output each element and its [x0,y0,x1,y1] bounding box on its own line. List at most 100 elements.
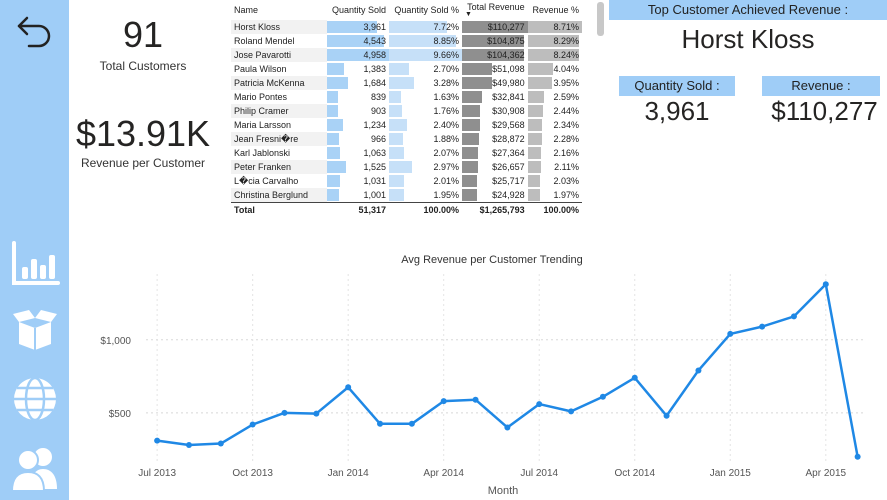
cell-quantity-sold-pct-text: 1.76% [433,106,459,116]
cell-quantity-sold-pct-text: 7.72% [433,22,459,32]
cell-quantity-sold: 1,031 [327,174,389,188]
x-tick-label: Jul 2014 [520,468,558,479]
cell-quantity-sold-text: 1,684 [363,78,387,88]
geography-nav-button[interactable] [0,369,69,429]
cell-quantity-sold-pct-text: 2.70% [433,64,459,74]
y-tick-label: $500 [109,409,132,420]
data-point[interactable] [504,424,511,431]
cell-total-revenue-bar [461,175,478,187]
cell-quantity-sold-pct: 2.40% [389,118,462,132]
table-row[interactable]: Paula Wilson 1,383 2.70% $51,098 4.04% [231,62,582,76]
data-point[interactable] [854,453,861,460]
data-point[interactable] [249,421,256,428]
x-tick-label: Apr 2014 [423,468,464,479]
bar-chart-icon [11,241,60,285]
cell-quantity-sold-pct-bar [389,147,405,159]
table-row[interactable]: Jose Pavarotti 4,958 9.66% $104,362 8.24% [231,48,582,62]
table-row[interactable]: Peter Franken 1,525 2.97% $26,657 2.11% [231,160,582,174]
cell-revenue-pct-text: 2.11% [554,162,579,172]
table-row[interactable]: Jean Fresni�re 966 1.88% $28,872 2.28% [231,132,582,146]
data-point[interactable] [663,412,670,419]
cell-revenue-pct: 8.71% [527,20,582,34]
data-point[interactable] [695,367,702,374]
data-point[interactable] [472,396,479,403]
data-point[interactable] [408,420,415,427]
cell-quantity-sold-text: 1,525 [363,162,387,172]
cell-revenue-pct-text: 2.34% [553,120,579,130]
table-row[interactable]: Roland Mendel 4,543 8.85% $104,875 8.29% [231,34,582,48]
col-header-quantity-sold-pct[interactable]: Quantity Sold % [389,0,462,20]
col-header-revenue-pct[interactable]: Revenue % [528,0,582,20]
chart-title: Avg Revenue per Customer Trending [401,254,582,266]
data-point[interactable] [440,398,447,405]
table-row[interactable]: Maria Larsson 1,234 2.40% $29,568 2.34% [231,118,582,132]
data-point[interactable] [154,437,161,444]
data-point[interactable] [599,393,606,400]
top-customer-qty-value: 3,961 [644,96,710,126]
cell-name: Mario Pontes [234,92,288,102]
cell-name: Paula Wilson [234,64,287,74]
cell-total-revenue-bar [461,105,481,117]
table-row[interactable]: Karl Jablonski 1,063 2.07% $27,364 2.16% [231,146,582,160]
data-point[interactable] [313,410,320,417]
cell-total-revenue-text: $29,568 [492,120,525,130]
cell-quantity-sold-pct: 8.85% [389,34,462,48]
table-row[interactable]: Patricia McKenna 1,684 3.28% $49,980 3.95% [231,76,582,90]
data-point[interactable] [759,323,766,330]
data-point[interactable] [345,384,352,391]
table-row[interactable]: L�cia Carvalho 1,031 2.01% $25,717 2.03% [231,174,582,188]
col-header-quantity-sold[interactable]: Quantity Sold [327,0,389,20]
customers-nav-button[interactable] [0,438,69,498]
cell-revenue-pct-bar [527,77,553,89]
table-row[interactable]: Philip Cramer 903 1.76% $30,908 2.44% [231,104,582,118]
table-row[interactable]: Horst Kloss 3,961 7.72% $110,277 8.71% [231,20,582,34]
cell-total-revenue: $104,875 [461,34,528,48]
cell-revenue-pct: 2.44% [527,104,582,118]
table-row[interactable]: Christina Berglund 1,001 1.95% $24,928 1.97% [231,188,582,202]
products-nav-button[interactable] [0,300,69,360]
table-scrollbar[interactable] [597,2,604,36]
cell-revenue-pct-text: 1.97% [553,189,579,200]
cell-total-revenue-bar [461,189,478,201]
cell-quantity-sold-pct-bar [389,175,405,187]
data-point[interactable] [727,330,734,337]
cell-quantity-sold: 903 [327,104,389,118]
cell-quantity-sold-pct-text: 2.01% [433,176,459,186]
globe-icon [13,376,56,422]
cell-revenue-pct-text: 8.71% [553,22,579,32]
cell-name: Patricia McKenna [231,76,327,90]
total-rev-pct: 100.00% [527,201,582,218]
cell-revenue-pct-text: 2.16% [553,148,579,158]
cell-quantity-sold-pct-text: 2.97% [433,162,459,172]
back-button[interactable] [0,0,69,60]
cell-total-revenue-text: $25,717 [492,176,525,186]
total-customers-label: Total Customers [99,59,187,73]
data-point[interactable] [217,440,224,447]
cell-quantity-sold-pct: 1.76% [389,104,462,118]
cell-quantity-sold-pct: 1.95% [389,188,462,202]
cell-quantity-sold-pct: 1.63% [389,90,462,104]
col-header-name[interactable]: Name [231,0,327,20]
sales-nav-button[interactable] [0,234,69,294]
cell-revenue-pct-bar [527,133,542,145]
cell-revenue-pct-bar [527,161,541,173]
data-point[interactable] [822,281,829,288]
cell-name: Roland Mendel [234,36,295,46]
table-row[interactable]: Mario Pontes 839 1.63% $32,841 2.59% [231,90,582,104]
cell-quantity-sold-text: 839 [371,92,387,102]
data-point[interactable] [281,409,288,416]
cell-quantity-sold-text: 4,543 [363,36,387,46]
cell-revenue-pct: 2.16% [527,146,582,160]
data-point[interactable] [790,313,797,320]
data-point[interactable] [377,420,384,427]
data-point[interactable] [185,442,192,448]
cell-name: Horst Kloss [231,20,327,34]
data-point[interactable] [536,401,543,408]
data-point[interactable] [568,408,575,415]
data-point[interactable] [631,374,638,381]
cell-quantity-sold-text: 1,234 [363,120,387,130]
cell-total-revenue-text: $110,277 [487,22,525,32]
cell-total-revenue: $28,872 [461,132,528,146]
col-header-total-revenue[interactable]: Total Revenue ▼ [462,0,528,20]
series-line [156,282,859,457]
